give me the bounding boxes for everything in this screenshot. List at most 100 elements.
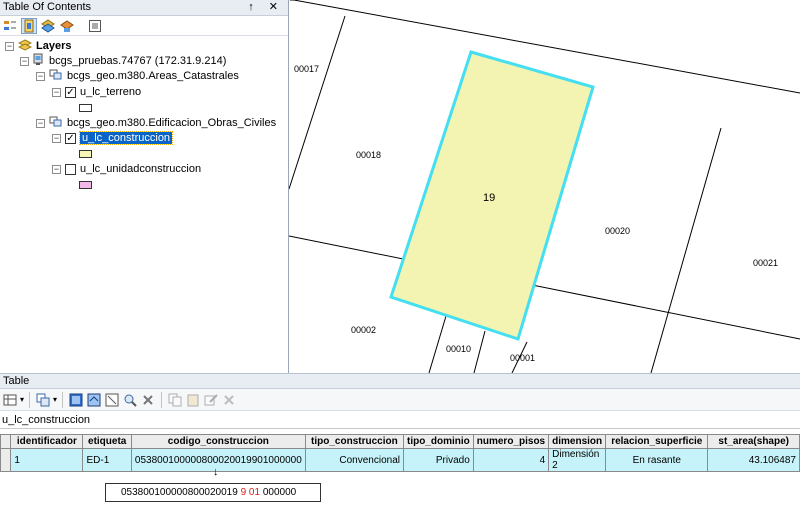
feature-dataset-icon — [49, 69, 63, 84]
parcel-label: 00020 — [605, 226, 630, 236]
switch-selection-icon[interactable] — [86, 392, 102, 408]
layer-label[interactable]: u_lc_unidadconstruccion — [80, 163, 201, 175]
toc-title: Table Of Contents — [3, 1, 92, 13]
cell-dimension[interactable]: Dimensión 2 — [548, 448, 607, 472]
layer-visibility-checkbox[interactable]: ✓ — [65, 86, 76, 98]
toc-toolbar — [0, 16, 288, 36]
attribute-table: identificador etiqueta codigo_construcci… — [0, 434, 800, 472]
column-header[interactable]: codigo_construccion — [130, 434, 306, 449]
symbol-swatch[interactable] — [79, 181, 92, 189]
column-header[interactable]: relacion_superficie — [605, 434, 709, 449]
collapse-icon[interactable]: − — [52, 133, 61, 143]
delete-icon[interactable] — [221, 392, 237, 408]
column-header[interactable]: numero_pisos — [472, 434, 550, 449]
parcel-boundary — [428, 315, 447, 373]
cell-tipo-construccion[interactable]: Convencional — [304, 448, 404, 472]
toolbar-separator — [161, 391, 163, 408]
column-header[interactable]: st_area(shape) — [707, 434, 800, 449]
cell-numero-pisos[interactable]: 4 — [472, 448, 550, 472]
database-connection-icon — [33, 53, 45, 69]
symbol-swatch[interactable] — [79, 150, 92, 158]
layers-root[interactable]: − Layers — [5, 38, 72, 54]
table-of-contents-panel: Table Of Contents ↑ ✕ − Layers − bcgs_pr… — [0, 0, 289, 373]
cell-etiqueta[interactable]: ED-1 — [82, 448, 132, 472]
parcel-boundary — [289, 15, 346, 190]
column-header[interactable]: identificador — [10, 434, 84, 449]
collapse-icon[interactable]: − — [36, 71, 45, 81]
table-header-row: identificador etiqueta codigo_construcci… — [0, 434, 800, 449]
column-header[interactable]: tipo_dominio — [402, 434, 474, 449]
column-header[interactable]: etiqueta — [82, 434, 132, 449]
group-label: bcgs_geo.m380.Areas_Catastrales — [67, 70, 239, 82]
building-label: 19 — [483, 192, 495, 204]
table-title-bar: Table — [0, 373, 800, 389]
layer-label[interactable]: u_lc_terreno — [80, 86, 141, 98]
parcel-boundary — [650, 127, 722, 373]
layer-u-lc-construccion[interactable]: − ✓ u_lc_construccion — [52, 131, 174, 145]
layer-tab-label[interactable]: u_lc_construccion — [0, 411, 800, 429]
collapse-icon[interactable]: − — [20, 56, 29, 66]
toc-window-controls[interactable]: ↑ ✕ — [248, 0, 284, 13]
collapse-icon[interactable]: − — [52, 87, 61, 97]
toc-title-bar: Table Of Contents ↑ ✕ — [0, 0, 288, 16]
symbol-swatch[interactable] — [79, 104, 92, 112]
group-areas-catastrales[interactable]: − bcgs_geo.m380.Areas_Catastrales — [36, 69, 239, 83]
connection-node[interactable]: − bcgs_pruebas.74767 (172.31.9.214) — [20, 53, 226, 69]
list-by-drawing-order-icon[interactable] — [2, 18, 18, 34]
dropdown-arrow-icon[interactable]: ▾ — [53, 395, 57, 404]
parcel-label: 00001 — [510, 353, 535, 363]
cell-identificador[interactable]: 1 — [10, 448, 84, 472]
parcel-label: 00002 — [351, 325, 376, 335]
cell-tipo-dominio[interactable]: Privado — [402, 448, 474, 472]
cell-st-area[interactable]: 43.106487 — [707, 448, 800, 472]
edit-icon[interactable] — [203, 392, 219, 408]
zoom-to-selected-icon[interactable] — [122, 392, 138, 408]
parcel-label: 00010 — [446, 344, 471, 354]
layer-u-lc-unidadconstruccion[interactable]: − u_lc_unidadconstruccion — [52, 162, 201, 176]
layers-label: Layers — [36, 40, 72, 52]
column-header[interactable]: dimension — [548, 434, 607, 449]
table-row[interactable]: 1 ED-1 053800100000800020019901000000 Co… — [0, 448, 800, 472]
collapse-icon[interactable]: − — [36, 118, 45, 128]
paste-icon[interactable] — [185, 392, 201, 408]
row-selector[interactable] — [0, 448, 12, 472]
dropdown-arrow-icon[interactable]: ▾ — [20, 395, 24, 404]
parcel-label: 00021 — [753, 258, 778, 268]
code-suffix: 000000 — [262, 487, 297, 498]
map-canvas[interactable]: 00017 00018 19 00020 00021 00002 00010 0… — [289, 0, 800, 373]
column-header[interactable]: tipo_construccion — [304, 434, 404, 449]
collapse-icon[interactable]: − — [5, 41, 14, 51]
parcel-label: 00018 — [356, 150, 381, 160]
group-label: bcgs_geo.m380.Edificacion_Obras_Civiles — [67, 117, 277, 129]
list-by-selection-icon[interactable] — [59, 18, 75, 34]
layer-visibility-checkbox[interactable]: ✓ — [65, 132, 76, 144]
table-options-icon[interactable] — [2, 392, 18, 408]
select-by-attributes-icon[interactable] — [68, 392, 84, 408]
group-edificacion[interactable]: − bcgs_geo.m380.Edificacion_Obras_Civile… — [36, 116, 276, 130]
code-highlight-1: 9 — [240, 487, 247, 498]
related-tables-icon[interactable] — [35, 392, 51, 408]
feature-dataset-icon — [49, 116, 63, 131]
cell-relacion-superficie[interactable]: En rasante — [605, 448, 709, 472]
options-icon[interactable] — [87, 18, 103, 34]
layer-label[interactable]: u_lc_construccion — [78, 131, 174, 145]
code-breakdown-box: 053800100000800020019 9 01 000000 — [105, 483, 321, 502]
code-prefix: 053800100000800020019 — [121, 487, 238, 498]
list-by-visibility-icon[interactable] — [40, 18, 56, 34]
parcel-boundary — [473, 330, 486, 373]
down-arrow-icon: ↓ — [213, 466, 219, 478]
toolbar-separator — [62, 391, 64, 408]
layers-icon — [17, 38, 33, 54]
list-by-source-icon[interactable] — [21, 17, 37, 34]
layer-u-lc-terreno[interactable]: − ✓ u_lc_terreno — [52, 85, 141, 99]
row-selector-header[interactable] — [0, 434, 12, 449]
clear-selection-icon[interactable] — [104, 392, 120, 408]
code-highlight-2: 01 — [248, 487, 261, 498]
map-view[interactable]: 00017 00018 19 00020 00021 00002 00010 0… — [289, 0, 800, 373]
collapse-icon[interactable]: − — [52, 164, 61, 174]
toolbar-separator — [29, 391, 31, 408]
layer-visibility-checkbox[interactable] — [65, 163, 76, 175]
delete-selected-icon[interactable] — [140, 392, 156, 408]
table-toolbar: ▾ ▾ — [0, 389, 800, 411]
copy-icon[interactable] — [167, 392, 183, 408]
